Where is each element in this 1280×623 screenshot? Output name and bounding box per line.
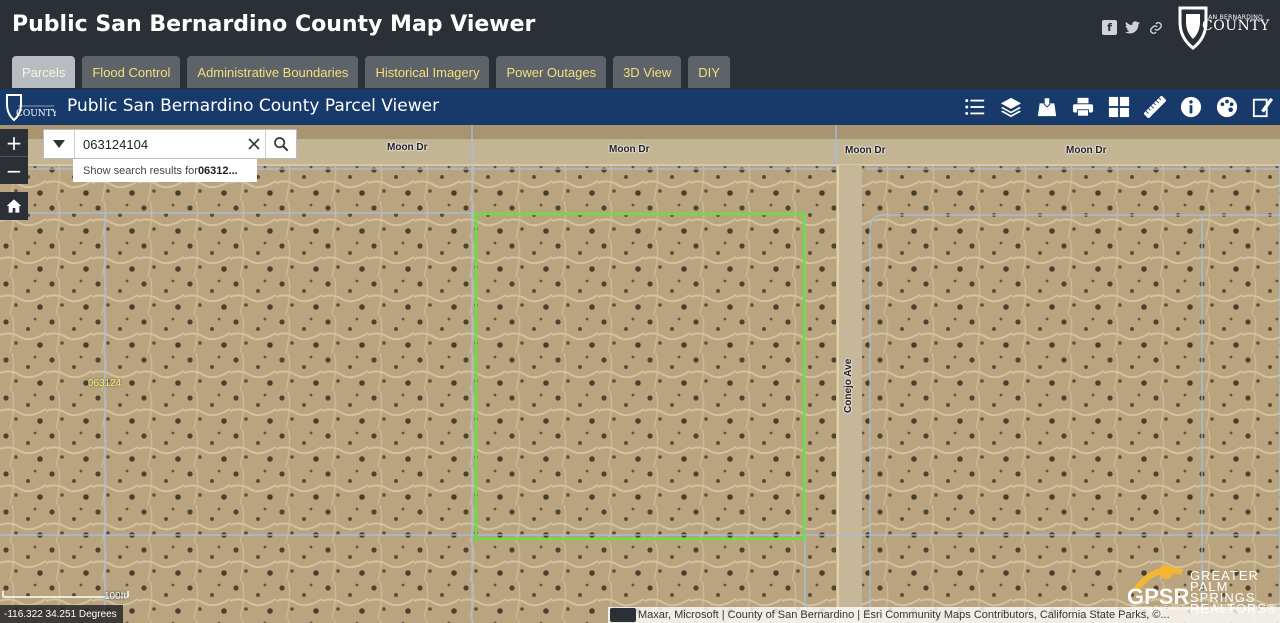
home-icon	[6, 199, 22, 213]
facebook-icon[interactable]: f	[1102, 20, 1117, 35]
suggestion-query: 06312...	[197, 164, 238, 177]
road-label-moon-dr: Moon Dr	[387, 142, 428, 153]
grid-icon[interactable]	[1106, 93, 1132, 121]
layers-icon[interactable]	[998, 93, 1024, 121]
search-widget	[43, 129, 297, 159]
twitter-icon[interactable]	[1125, 20, 1140, 35]
gpsr-tagline: Serving the Entire Coachella Valley Sinc…	[1132, 606, 1258, 612]
zoom-in-button[interactable]: +	[0, 129, 28, 156]
parcel-label: 063124	[88, 378, 122, 389]
tab-3d-view[interactable]: 3D View	[613, 56, 682, 88]
scale-label: 100ft	[104, 591, 127, 602]
zoom-out-button[interactable]: −	[0, 157, 28, 184]
suggestion-prefix: Show search results for	[83, 164, 198, 177]
search-button[interactable]	[265, 130, 296, 158]
coordinate-readout: -116.322 34.251 Degrees	[0, 605, 123, 623]
basemap-icon[interactable]	[1034, 93, 1060, 121]
info-icon[interactable]	[1178, 93, 1204, 121]
clear-search-button[interactable]	[243, 130, 265, 158]
theme-icon[interactable]	[1214, 93, 1240, 121]
road-label-conejo-ave: Conejo Ave	[843, 358, 854, 413]
tab-diy[interactable]: DIY	[688, 56, 730, 88]
viewer-header: COUNTY Public San Bernardino County Parc…	[0, 89, 1280, 125]
viewer-county-logo: COUNTY	[4, 92, 59, 122]
caret-down-icon	[53, 140, 65, 148]
viewer-title: Public San Bernardino County Parcel View…	[67, 96, 440, 116]
tab-administrative-boundaries[interactable]: Administrative Boundaries	[187, 56, 359, 88]
tab-flood-control[interactable]: Flood Control	[82, 56, 181, 88]
logo-text: COUNTY	[1202, 18, 1270, 34]
zoom-controls: + −	[0, 129, 28, 184]
app-title: Public San Bernardino County Map Viewer	[12, 12, 536, 37]
road-label-moon-dr: Moon Dr	[1066, 145, 1107, 156]
legend-icon[interactable]	[962, 93, 988, 121]
gpsr-watermark: GPSR GREATER PALM SPRINGS REALTORS® Serv…	[1124, 562, 1276, 615]
tab-power-outages[interactable]: Power Outages	[496, 56, 607, 88]
aerial-imagery	[0, 125, 1280, 623]
road-label-moon-dr: Moon Dr	[845, 145, 886, 156]
esri-logo	[610, 608, 636, 622]
tab-parcels[interactable]: Parcels	[12, 56, 76, 88]
tab-bar: Parcels Flood Control Administrative Bou…	[12, 56, 730, 88]
county-logo[interactable]: SAN BERNARDINO COUNTY	[1176, 4, 1269, 50]
map-canvas[interactable]: Moon Dr Moon Dr Moon Dr Moon Dr Conejo A…	[0, 125, 1280, 623]
search-icon	[274, 137, 289, 152]
viewer-toolbar	[962, 93, 1276, 121]
social-links: f	[1102, 20, 1163, 35]
tab-historical-imagery[interactable]: Historical Imagery	[365, 56, 490, 88]
measure-icon[interactable]	[1142, 93, 1168, 121]
print-icon[interactable]	[1070, 93, 1096, 121]
link-icon[interactable]	[1148, 20, 1163, 35]
search-source-dropdown[interactable]	[44, 130, 75, 158]
search-suggestion[interactable]: Show search results for 06312...	[73, 159, 257, 182]
svg-text:COUNTY: COUNTY	[16, 109, 56, 119]
close-icon	[248, 138, 260, 150]
search-input[interactable]	[75, 130, 243, 158]
road-label-moon-dr: Moon Dr	[609, 144, 650, 155]
gpsr-name-line2: PALM SPRINGS	[1190, 579, 1256, 605]
draw-icon[interactable]	[1250, 93, 1276, 121]
home-button[interactable]	[0, 192, 28, 220]
